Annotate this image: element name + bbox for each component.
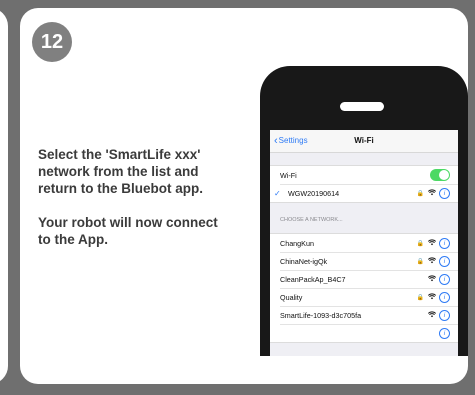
info-icon[interactable]: i — [439, 237, 450, 249]
phone-mockup: ‹ Settings Wi-Fi Wi-Fi ✓ WGW20190614 🔒 i… — [260, 66, 468, 356]
lock-icon: 🔒 — [416, 240, 424, 247]
instruction-robot-connect: Your robot will now connect to the App. — [38, 215, 218, 247]
instruction-card: 12 Select the 'SmartLife xxx' network fr… — [20, 8, 468, 384]
wifi-toggle-switch[interactable] — [430, 169, 450, 181]
wifi-signal-icon — [427, 274, 437, 284]
wifi-status-group: Wi-Fi ✓ WGW20190614 🔒 i — [270, 165, 458, 203]
nav-title: Wi-Fi — [354, 136, 374, 145]
lock-icon: 🔒 — [416, 258, 424, 265]
network-name: ChangKun — [280, 238, 314, 248]
info-icon[interactable]: i — [439, 309, 450, 321]
wifi-signal-icon — [427, 292, 437, 302]
step-number-badge: 12 — [32, 22, 72, 62]
wifi-signal-icon — [427, 310, 437, 320]
network-row-chinanet[interactable]: ChinaNet-igQk 🔒 i — [270, 252, 458, 270]
previous-card-edge — [0, 8, 8, 384]
wifi-toggle-label: Wi-Fi — [280, 170, 297, 180]
choose-network-header: CHOOSE A NETWORK... — [280, 217, 343, 223]
connected-network-name: WGW20190614 — [288, 188, 340, 198]
wifi-navbar: ‹ Settings Wi-Fi — [270, 130, 458, 153]
network-row-partial[interactable]: i — [270, 324, 458, 342]
info-icon[interactable]: i — [439, 291, 450, 303]
wifi-signal-icon — [427, 256, 437, 266]
lock-icon: 🔒 — [416, 294, 424, 301]
network-name: Quality — [280, 292, 303, 302]
network-name: CleanPackAp_B4C7 — [280, 274, 346, 284]
phone-speaker — [340, 102, 384, 111]
phone-screen: ‹ Settings Wi-Fi Wi-Fi ✓ WGW20190614 🔒 i… — [270, 130, 458, 356]
wifi-signal-icon — [427, 188, 437, 198]
instruction-text: Select the 'SmartLife xxx' network from … — [38, 146, 228, 265]
wifi-toggle-row: Wi-Fi — [270, 166, 458, 184]
instruction-select-network: Select the 'SmartLife xxx' network from … — [38, 147, 203, 196]
connected-network-row[interactable]: ✓ WGW20190614 🔒 i — [270, 184, 458, 202]
info-icon[interactable]: i — [439, 187, 450, 199]
lock-icon: 🔒 — [416, 190, 424, 197]
network-row-smartlife[interactable]: SmartLife-1093-d3c705fa i — [270, 306, 458, 324]
checkmark-icon: ✓ — [274, 188, 281, 198]
network-name: SmartLife-1093-d3c705fa — [280, 310, 362, 320]
wifi-signal-icon — [427, 238, 437, 248]
info-icon[interactable]: i — [439, 327, 450, 339]
network-row-changkun[interactable]: ChangKun 🔒 i — [270, 234, 458, 252]
network-name: ChinaNet-igQk — [280, 256, 328, 266]
info-icon[interactable]: i — [439, 255, 450, 267]
info-icon[interactable]: i — [439, 273, 450, 285]
